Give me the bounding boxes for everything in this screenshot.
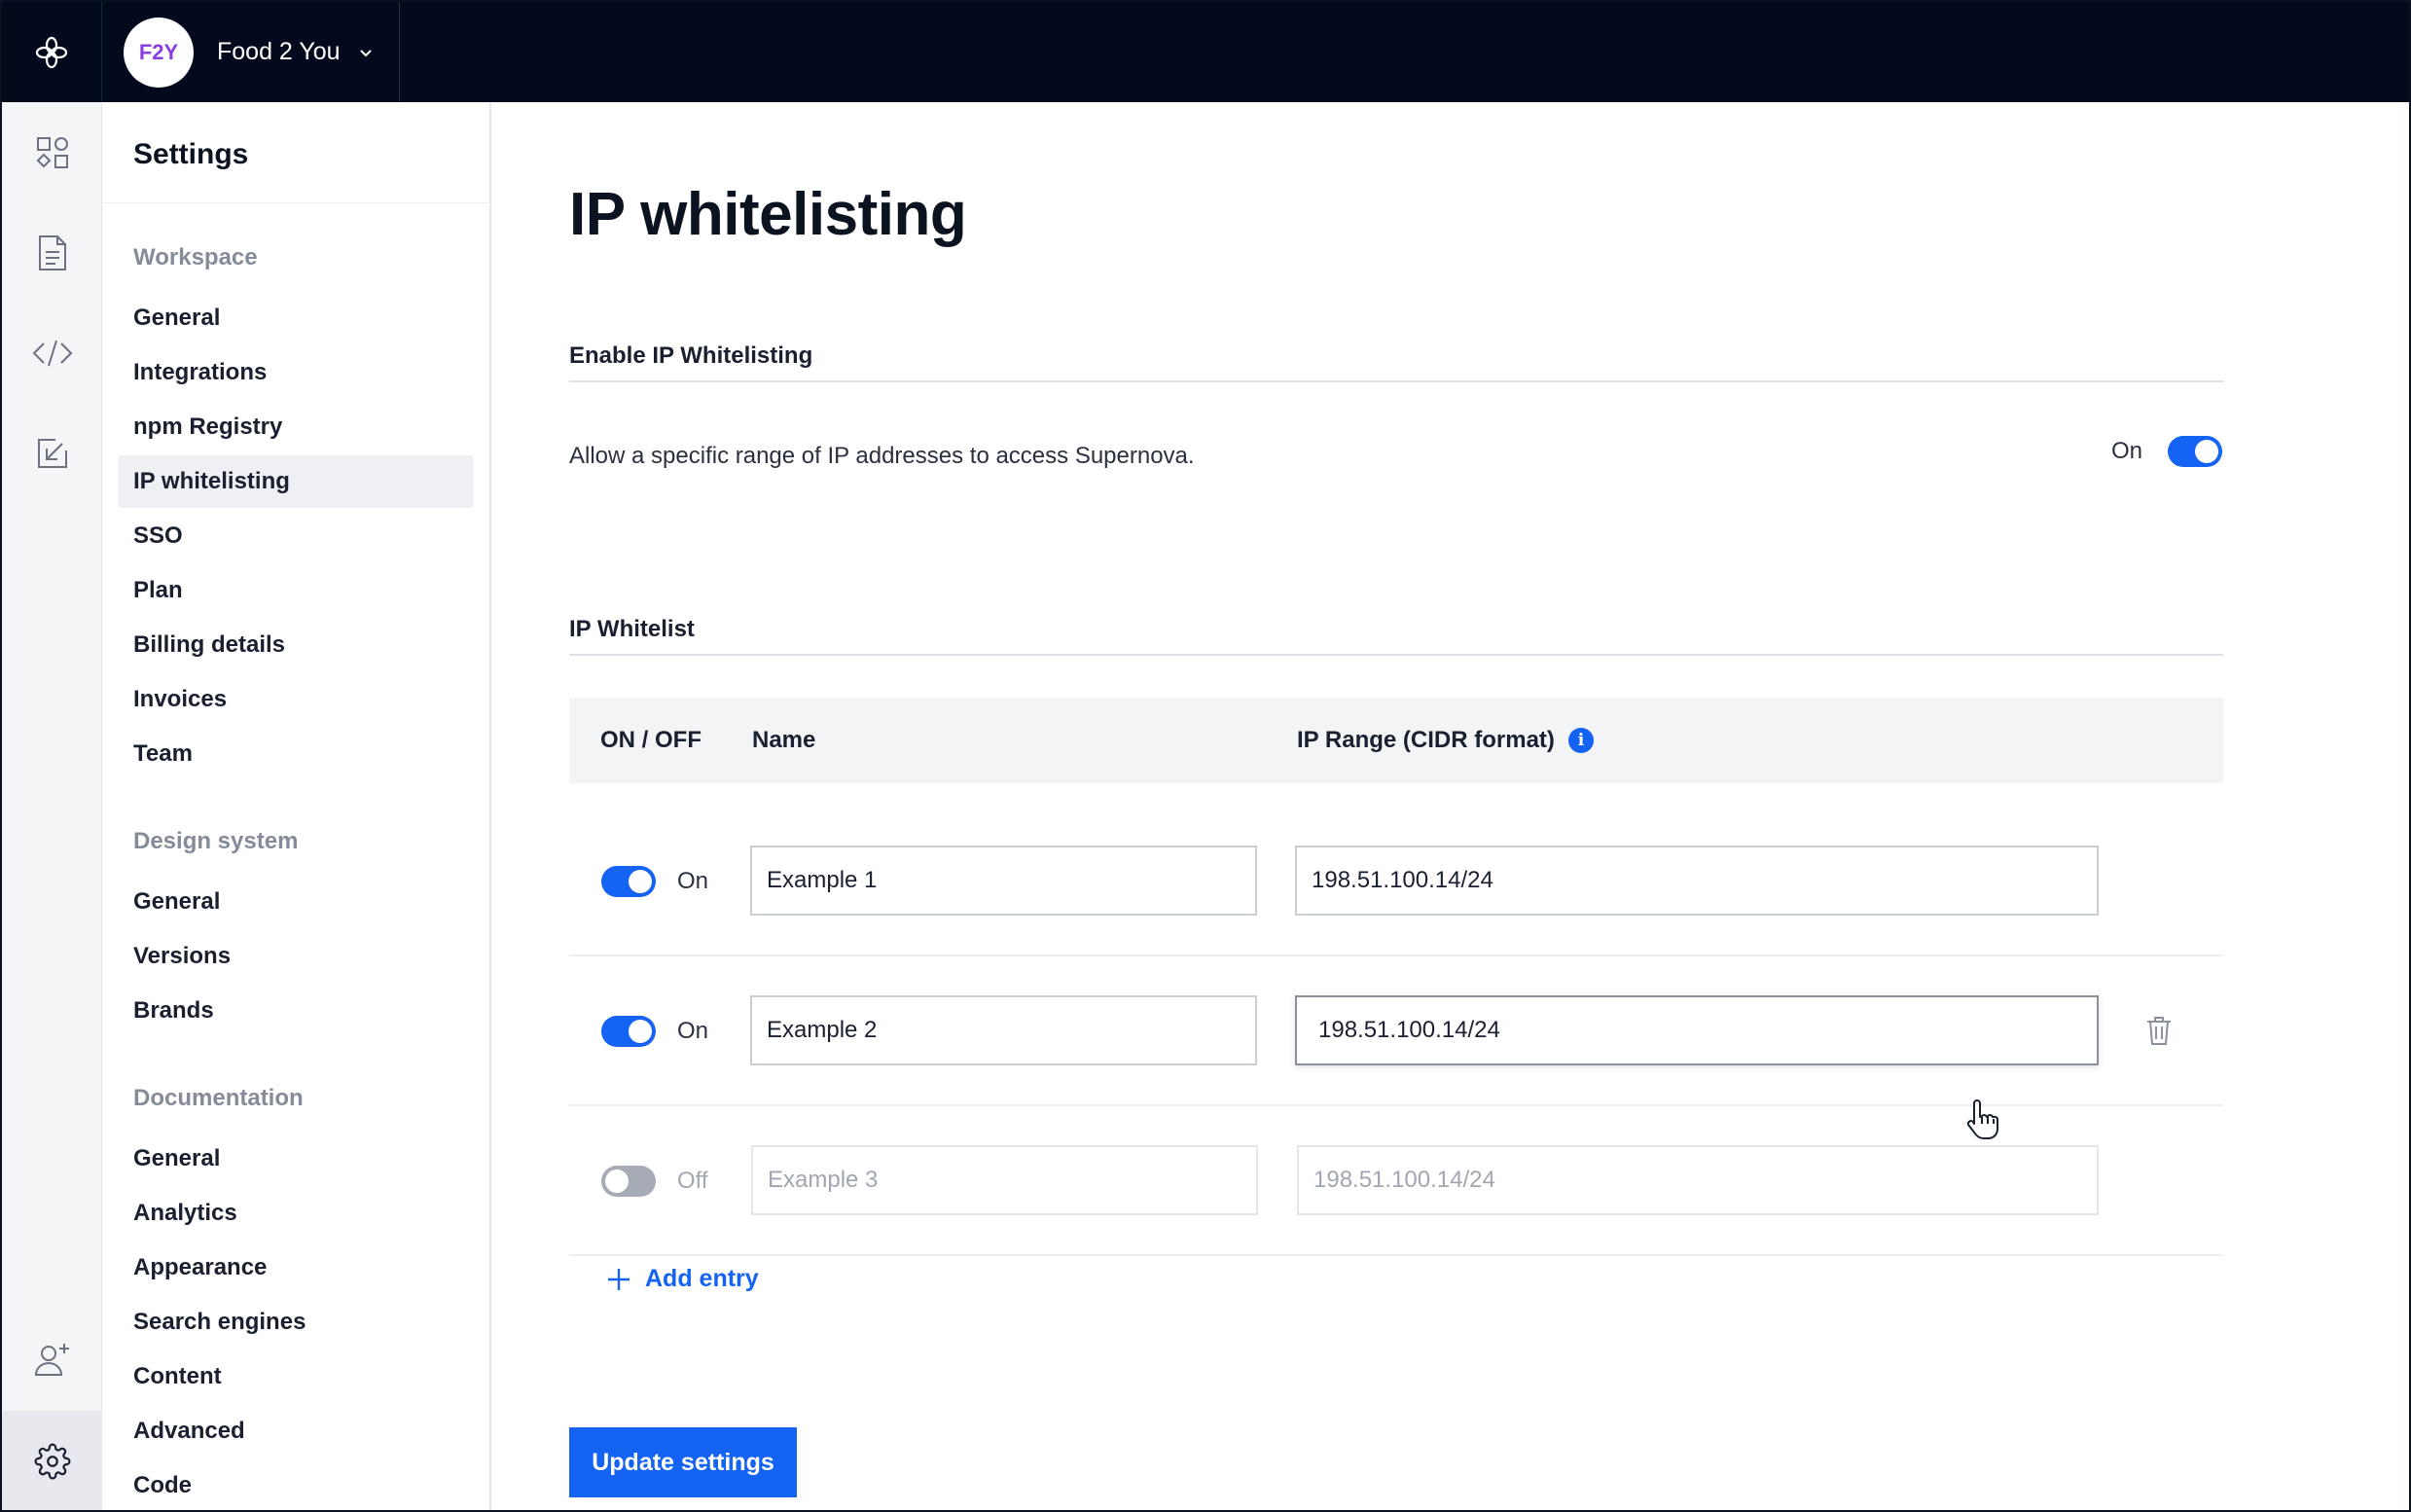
row-1-range-input[interactable]: 198.51.100.14/24 [1295, 846, 2099, 916]
logo-button[interactable] [2, 2, 102, 102]
nav-item-ip-whitelisting[interactable]: IP whitelisting [118, 455, 474, 508]
nav-divider [102, 202, 491, 203]
row-3-toggle[interactable] [601, 1166, 656, 1197]
row-toggle-group: Off [601, 1166, 708, 1197]
rail-components-button[interactable] [2, 102, 102, 202]
rail-code-button[interactable] [2, 303, 102, 403]
row-2-state: On [677, 1018, 709, 1044]
components-icon [36, 136, 68, 168]
nav-item-analytics[interactable]: Analytics [118, 1187, 474, 1240]
nav-item-integrations[interactable]: Integrations [118, 346, 474, 399]
table-row: On Example 1 198.51.100.14/24 [569, 807, 2223, 956]
nav-item-billing-details[interactable]: Billing details [118, 619, 474, 671]
row-toggle-group: On [601, 866, 708, 897]
workspace-switcher[interactable]: F2Y Food 2 You [102, 2, 400, 102]
whitelist-section-divider [569, 654, 2223, 656]
rail-settings-button[interactable] [2, 1411, 102, 1510]
row-3-range-input[interactable]: 198.51.100.14/24 [1297, 1145, 2099, 1215]
enable-description: Allow a specific range of IP addresses t… [569, 443, 1195, 469]
whitelist-section-label: IP Whitelist [569, 616, 695, 642]
icon-rail [2, 102, 102, 1510]
column-header-toggle: ON / OFF [600, 727, 702, 753]
nav-group-documentation: Documentation [133, 1085, 304, 1111]
nav-item-team[interactable]: Team [118, 728, 474, 780]
nav-group-workspace: Workspace [133, 244, 258, 270]
row-1-name-input[interactable]: Example 1 [750, 846, 1257, 916]
row-3-name-input[interactable]: Example 3 [751, 1145, 1258, 1215]
rail-documentation-button[interactable] [2, 202, 102, 303]
row-2-name-input[interactable]: Example 2 [750, 995, 1257, 1065]
nav-title: Settings [133, 138, 249, 170]
add-user-icon [34, 1343, 69, 1376]
nav-item-brands[interactable]: Brands [118, 985, 474, 1037]
add-entry-label: Add entry [645, 1265, 759, 1292]
import-icon [37, 438, 67, 468]
nav-item-code[interactable]: Code [118, 1459, 474, 1510]
column-header-name: Name [752, 727, 816, 753]
rail-invite-button[interactable] [2, 1309, 102, 1409]
nav-item-versions[interactable]: Versions [118, 930, 474, 983]
logo-icon [35, 36, 68, 68]
settings-nav: Settings Workspace General Integrations … [102, 102, 491, 1510]
row-toggle-group: On [601, 1016, 708, 1047]
table-row: On Example 2 198.51.100.14/24 [569, 956, 2223, 1106]
row-1-state: On [677, 868, 709, 894]
enable-section-divider [569, 380, 2223, 382]
nav-item-appearance[interactable]: Appearance [118, 1242, 474, 1294]
master-toggle-group: On [2111, 436, 2223, 467]
enable-section-label: Enable IP Whitelisting [569, 342, 813, 369]
page-title: IP whitelisting [569, 181, 967, 248]
nav-item-advanced[interactable]: Advanced [118, 1405, 474, 1458]
master-toggle-label: On [2111, 438, 2143, 464]
row-1-toggle[interactable] [601, 866, 656, 897]
table-header: ON / OFF Name IP Range (CIDR format) i [569, 698, 2223, 783]
row-3-state: Off [677, 1168, 708, 1194]
top-bar: F2Y Food 2 You [2, 2, 2409, 102]
column-header-range-label: IP Range (CIDR format) [1297, 727, 1555, 753]
update-settings-button[interactable]: Update settings [569, 1427, 797, 1497]
nav-item-content[interactable]: Content [118, 1350, 474, 1403]
plus-icon [608, 1268, 630, 1290]
nav-item-doc-general[interactable]: General [118, 1133, 474, 1185]
info-icon[interactable]: i [1567, 728, 1594, 753]
nav-group-design-system: Design system [133, 828, 299, 854]
add-entry-button[interactable]: Add entry [606, 1265, 759, 1293]
nav-item-sso[interactable]: SSO [118, 510, 474, 562]
main-content: IP whitelisting Enable IP Whitelisting A… [493, 102, 2409, 1510]
trash-icon[interactable] [2145, 1015, 2173, 1051]
nav-item-invoices[interactable]: Invoices [118, 673, 474, 726]
column-header-range: IP Range (CIDR format) i [1297, 698, 1594, 783]
nav-item-ds-general[interactable]: General [118, 876, 474, 928]
nav-item-plan[interactable]: Plan [118, 564, 474, 617]
enable-whitelisting-toggle[interactable] [2168, 436, 2223, 467]
nav-item-npm-registry[interactable]: npm Registry [118, 401, 474, 453]
app-window: F2Y Food 2 You Settings Workspace Genera… [0, 0, 2411, 1512]
nav-item-search-engines[interactable]: Search engines [118, 1296, 474, 1349]
row-2-toggle[interactable] [601, 1016, 656, 1047]
nav-item-workspace-general[interactable]: General [118, 292, 474, 344]
rail-import-button[interactable] [2, 403, 102, 503]
gear-icon [34, 1443, 70, 1479]
code-icon [32, 340, 72, 366]
workspace-name: Food 2 You [217, 38, 341, 65]
workspace-avatar: F2Y [124, 17, 194, 88]
hand-cursor-icon [1964, 1099, 1999, 1145]
document-icon [38, 234, 66, 270]
row-2-range-input[interactable]: 198.51.100.14/24 [1295, 995, 2099, 1065]
chevron-down-icon [358, 45, 374, 60]
